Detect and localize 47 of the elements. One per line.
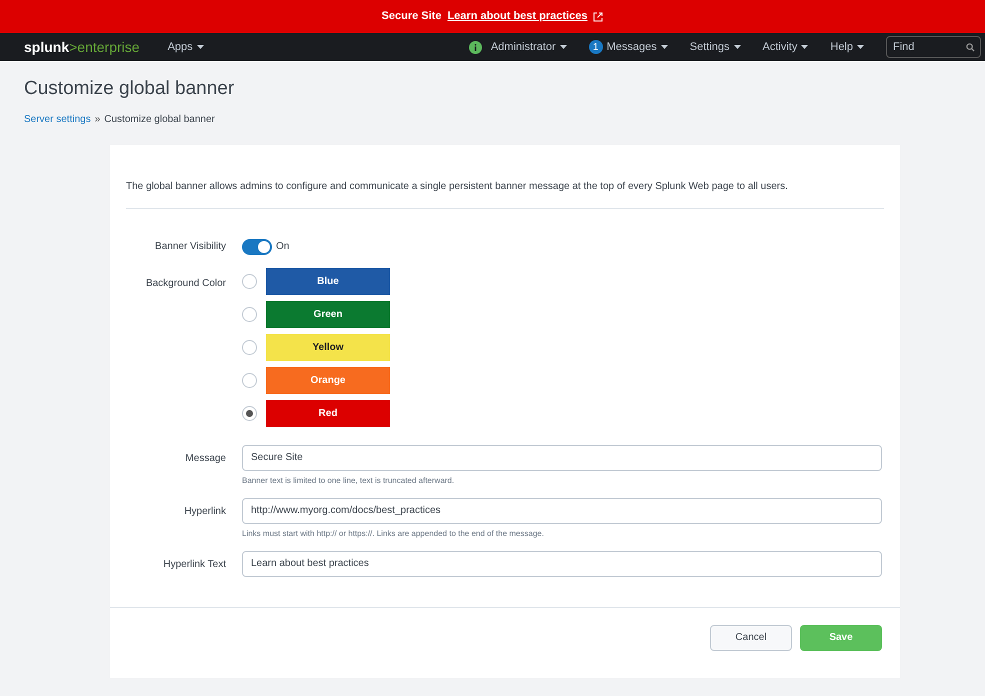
caret-icon: [660, 45, 668, 49]
caret-icon: [801, 45, 808, 49]
color-swatch[interactable]: Blue: [266, 268, 390, 294]
text-field[interactable]: http://www.myorg.com/docs/best_practices: [242, 498, 882, 524]
page-title: Customize global banner: [24, 77, 236, 101]
caret-icon: [857, 45, 864, 49]
nav-menu[interactable]: 1 Messages: [588, 38, 668, 56]
color-swatch[interactable]: Red: [266, 400, 390, 426]
description: The global banner allows admins to configure and communicate a single persistent banner message at the top of every Splunk Web page to all users.: [126, 180, 789, 194]
nav-menu[interactable]: Activity: [762, 38, 808, 56]
breadcrumb-link[interactable]: Server settings: [24, 112, 91, 126]
apps-menu[interactable]: Apps: [168, 38, 204, 56]
cancel-button[interactable]: Cancel: [710, 624, 792, 650]
caret-icon: [196, 45, 204, 49]
nav-menu[interactable]: Help: [830, 38, 864, 56]
switch-state: On: [276, 240, 290, 254]
visibility-switch[interactable]: [242, 238, 272, 254]
field-label: Message: [184, 452, 226, 466]
count-badge: 1: [588, 40, 603, 54]
help-text: Links must start with http:// or https://. Links are appended to the end of the message.: [242, 528, 545, 540]
help-text: Banner text is limited to one line, text is truncated afterward.: [242, 474, 456, 486]
nav-menu[interactable]: Settings: [690, 38, 741, 56]
search-icon: [966, 43, 975, 52]
text-field[interactable]: Learn about best practices: [242, 550, 882, 576]
banner-link[interactable]: Learn about best practices: [447, 8, 588, 25]
caret-icon: [734, 45, 741, 49]
field-label: Hyperlink Text: [162, 558, 226, 572]
breadcrumb-current: Customize global banner: [104, 112, 215, 126]
radio-button[interactable]: [242, 340, 257, 354]
search-field[interactable]: Find: [886, 36, 981, 58]
breadcrumb-separator: »: [94, 112, 100, 126]
radio-button[interactable]: [242, 372, 257, 388]
external-link-icon: [593, 12, 604, 22]
banner-message: Secure Site: [382, 9, 442, 24]
nav-menu[interactable]: Administrator: [468, 38, 567, 56]
color-swatch[interactable]: Green: [266, 300, 390, 328]
info-icon: [468, 40, 482, 54]
radio-button[interactable]: [242, 274, 257, 288]
caret-icon: [560, 45, 567, 49]
radio-button[interactable]: [242, 406, 257, 420]
field-label: Background Color: [144, 276, 226, 290]
field-label: Banner Visibility: [154, 240, 226, 254]
radio-button[interactable]: [242, 306, 257, 322]
text-field[interactable]: Secure Site: [242, 444, 882, 470]
field-label: Hyperlink: [183, 504, 226, 518]
color-swatch[interactable]: Yellow: [266, 334, 390, 360]
logo[interactable]: splunk>enterprise: [24, 36, 140, 58]
